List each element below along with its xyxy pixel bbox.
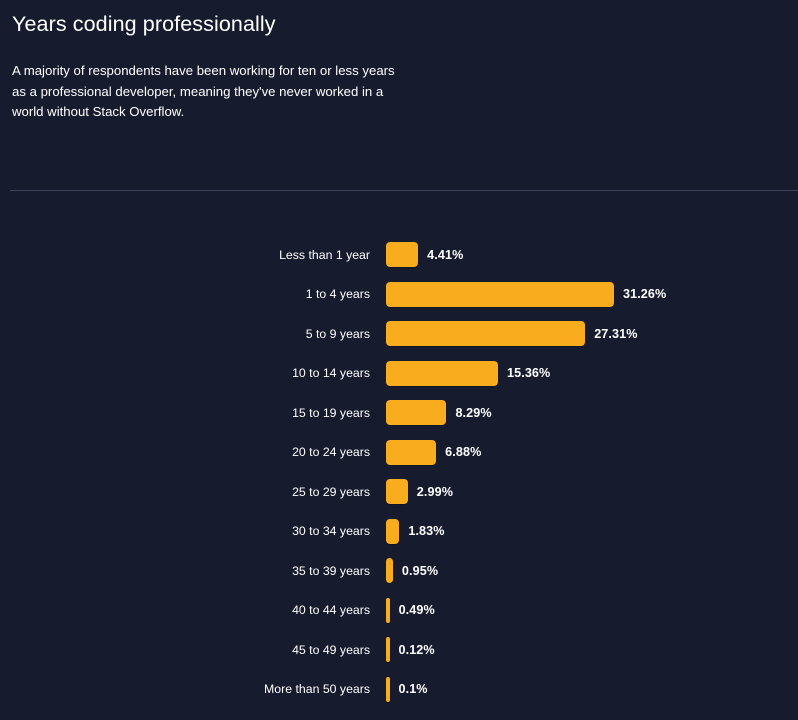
bar-value-label: 0.49% [398, 603, 435, 618]
bar-container: 15.36% [386, 360, 798, 386]
section-divider [10, 190, 798, 191]
bar-container: 0.49% [386, 597, 798, 623]
bar[interactable] [386, 518, 400, 544]
bar-value-label: 1.83% [408, 524, 445, 539]
bar-container: 31.26% [386, 281, 798, 307]
chart-row: 10 to 14 years 15.36% [0, 354, 798, 394]
bar-category-label: 10 to 14 years [292, 366, 370, 381]
bar[interactable] [386, 597, 390, 623]
bar-container: 2.99% [386, 479, 798, 505]
bar-value-label: 15.36% [507, 366, 551, 381]
chart-row: 20 to 24 years 6.88% [0, 433, 798, 473]
bar-category-label: 35 to 39 years [292, 563, 370, 578]
bar-category-label: 30 to 34 years [292, 524, 370, 539]
bar-value-label: 4.41% [427, 247, 464, 262]
bar-container: 8.29% [386, 400, 798, 426]
chart-row: 5 to 9 years 27.31% [0, 314, 798, 354]
chart-header: Years coding professionally A majority o… [0, 0, 798, 123]
chart-row: 40 to 44 years 0.49% [0, 591, 798, 631]
bar-value-label: 8.29% [455, 405, 492, 420]
bar-category-label: 40 to 44 years [292, 603, 370, 618]
bar[interactable] [386, 676, 390, 702]
bar-category-label: 5 to 9 years [305, 326, 370, 341]
bar-category-label: Less than 1 year [279, 247, 370, 262]
bar-container: 4.41% [386, 242, 798, 268]
bar-container: 1.83% [386, 518, 798, 544]
chart-page: Years coding professionally A majority o… [0, 0, 798, 720]
bar[interactable] [386, 242, 419, 268]
bar[interactable] [386, 281, 614, 307]
page-title: Years coding professionally [12, 12, 276, 36]
chart-row: 25 to 29 years 2.99% [0, 472, 798, 512]
bar-container: 6.88% [386, 439, 798, 465]
bar[interactable] [386, 400, 447, 426]
bar-category-label: More than 50 years [264, 682, 370, 697]
page-subtitle: A majority of respondents have been work… [12, 63, 395, 119]
bar-category-label: 25 to 29 years [292, 484, 370, 499]
bar-value-label: 2.99% [416, 484, 454, 499]
chart-row: 1 to 4 years 31.26% [0, 275, 798, 315]
bar[interactable] [386, 321, 586, 347]
bar-value-label: 0.12% [398, 642, 435, 657]
bar-chart: Less than 1 year 4.41% 1 to 4 years 31.26% 5… [0, 235, 798, 709]
bar-container: 27.31% [386, 321, 798, 347]
bar-category-label: 45 to 49 years [292, 642, 370, 657]
bar-category-label: 1 to 4 years [305, 287, 370, 302]
bar[interactable] [386, 479, 408, 505]
chart-row: 35 to 39 years 0.95% [0, 551, 798, 591]
bar-container: 0.1% [386, 676, 798, 702]
bar-container: 0.12% [386, 637, 798, 663]
bar[interactable] [386, 360, 499, 386]
bar-value-label: 27.31% [594, 326, 638, 341]
bar-value-label: 0.1% [398, 682, 428, 697]
bar[interactable] [386, 439, 437, 465]
bar-category-label: 15 to 19 years [292, 405, 370, 420]
bar-category-label: 20 to 24 years [292, 445, 370, 460]
bar[interactable] [386, 558, 393, 584]
bar-value-label: 31.26% [623, 287, 667, 302]
bar-container: 0.95% [386, 558, 798, 584]
chart-row: Less than 1 year 4.41% [0, 235, 798, 275]
bar-value-label: 6.88% [445, 445, 482, 460]
chart-row: More than 50 years 0.1% [0, 670, 798, 710]
chart-row: 45 to 49 years 0.12% [0, 630, 798, 670]
bar-value-label: 0.95% [401, 563, 439, 578]
bar[interactable] [386, 637, 390, 663]
chart-row: 15 to 19 years 8.29% [0, 393, 798, 433]
chart-row: 30 to 34 years 1.83% [0, 512, 798, 552]
